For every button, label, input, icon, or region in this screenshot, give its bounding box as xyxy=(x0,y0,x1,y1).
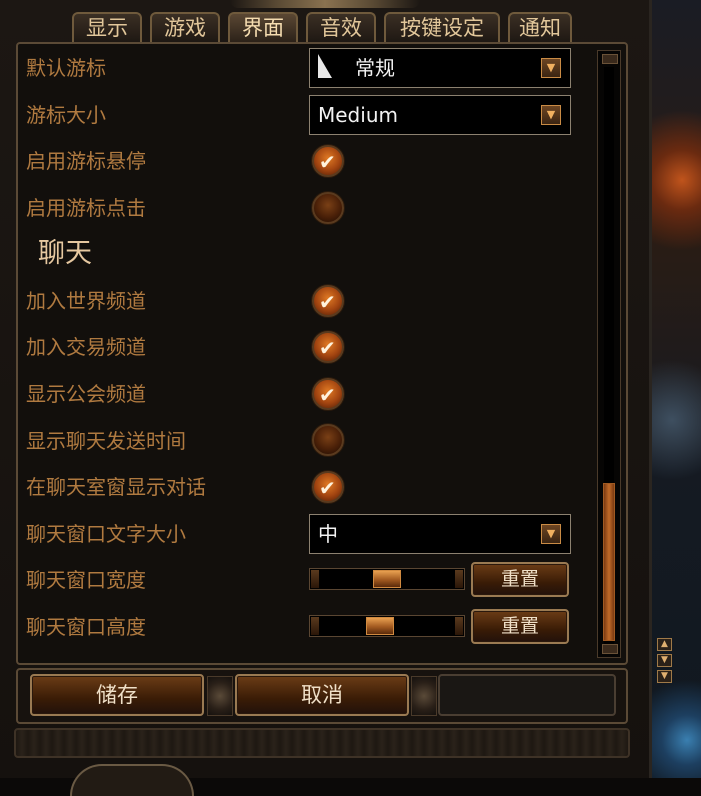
slider-right-cap xyxy=(455,617,463,635)
chat-font-size-label: 聊天窗口文字大小 xyxy=(26,522,186,546)
chevron-down-icon[interactable]: ▼ xyxy=(541,58,561,78)
cursor-hover-label: 启用游标悬停 xyxy=(26,149,146,173)
show-dialog-checkbox[interactable]: ✔ xyxy=(312,471,344,503)
chat-width-label: 聊天窗口宽度 xyxy=(26,568,146,592)
slider-thumb[interactable] xyxy=(373,570,401,588)
default-cursor-dropdown[interactable]: 常规 ▼ xyxy=(309,48,571,88)
chat-width-slider[interactable] xyxy=(309,568,465,590)
chevron-down-icon[interactable]: ▼ xyxy=(541,524,561,544)
cursor-size-label: 游标大小 xyxy=(26,103,106,127)
join-world-label: 加入世界频道 xyxy=(26,289,146,313)
show-guild-checkbox[interactable]: ✔ xyxy=(312,378,344,410)
tab-keybindings[interactable]: 按键设定 xyxy=(384,12,500,42)
checkmark-icon: ✔ xyxy=(319,150,336,174)
chat-font-size-dropdown[interactable]: 中 ▼ xyxy=(309,514,571,554)
scroll-thumb[interactable] xyxy=(603,483,615,641)
tab-audio[interactable]: 音效 xyxy=(306,12,376,42)
show-timestamp-label: 显示聊天发送时间 xyxy=(26,429,186,453)
tab-interface[interactable]: 界面 xyxy=(228,12,298,42)
chevron-down-end-icon[interactable]: ▼ xyxy=(657,670,672,683)
chevron-down-icon[interactable]: ▼ xyxy=(657,654,672,667)
slider-left-cap xyxy=(311,617,319,635)
cursor-arrow-icon xyxy=(318,54,332,78)
top-ornament xyxy=(230,0,420,8)
save-button[interactable]: 储存 xyxy=(30,674,204,716)
checkmark-icon: ✔ xyxy=(319,383,336,407)
tab-notifications[interactable]: 通知 xyxy=(508,12,572,42)
chat-height-slider[interactable] xyxy=(309,615,465,637)
settings-scrollbar[interactable] xyxy=(597,50,621,658)
chat-section-title: 聊天 xyxy=(38,238,92,269)
chat-height-reset-button[interactable]: 重置 xyxy=(471,609,569,644)
default-cursor-label: 默认游标 xyxy=(26,56,106,80)
default-cursor-value: 常规 xyxy=(355,56,395,80)
slider-right-cap xyxy=(455,570,463,588)
tab-game[interactable]: 游戏 xyxy=(150,12,220,42)
join-trade-checkbox[interactable]: ✔ xyxy=(312,331,344,363)
chat-width-reset-button[interactable]: 重置 xyxy=(471,562,569,597)
checkmark-icon: ✔ xyxy=(319,336,336,360)
show-guild-label: 显示公会频道 xyxy=(26,382,146,406)
join-world-checkbox[interactable]: ✔ xyxy=(312,285,344,317)
bar-ornament xyxy=(207,676,233,716)
slider-thumb[interactable] xyxy=(365,617,394,635)
join-trade-label: 加入交易频道 xyxy=(26,335,146,359)
tab-display[interactable]: 显示 xyxy=(72,12,142,42)
checkmark-icon: ✔ xyxy=(319,476,336,500)
scroll-up-cap[interactable] xyxy=(602,54,618,64)
footer-seal xyxy=(70,764,194,796)
cancel-button[interactable]: 取消 xyxy=(235,674,409,716)
chevron-up-icon[interactable]: ▲ xyxy=(657,638,672,651)
cursor-click-checkbox[interactable] xyxy=(312,192,344,224)
slider-left-cap xyxy=(311,570,319,588)
bar-ornament xyxy=(411,676,437,716)
cursor-size-dropdown[interactable]: Medium ▼ xyxy=(309,95,571,135)
empty-button-slot xyxy=(438,674,616,716)
show-timestamp-checkbox[interactable] xyxy=(312,424,344,456)
cursor-hover-checkbox[interactable]: ✔ xyxy=(312,145,344,177)
show-dialog-label: 在聊天室窗显示对话 xyxy=(26,475,206,499)
checkmark-icon: ✔ xyxy=(319,290,336,314)
cursor-size-value: Medium xyxy=(318,103,398,127)
chat-height-label: 聊天窗口高度 xyxy=(26,615,146,639)
chevron-down-icon[interactable]: ▼ xyxy=(541,105,561,125)
scroll-down-cap[interactable] xyxy=(602,644,618,654)
footer-strip xyxy=(14,728,630,758)
cursor-click-label: 启用游标点击 xyxy=(26,196,146,220)
settings-window: 显示 游戏 界面 音效 按键设定 通知 默认游标 常规 ▼ 游标大小 Mediu… xyxy=(0,0,652,796)
chat-font-size-value: 中 xyxy=(318,522,338,546)
